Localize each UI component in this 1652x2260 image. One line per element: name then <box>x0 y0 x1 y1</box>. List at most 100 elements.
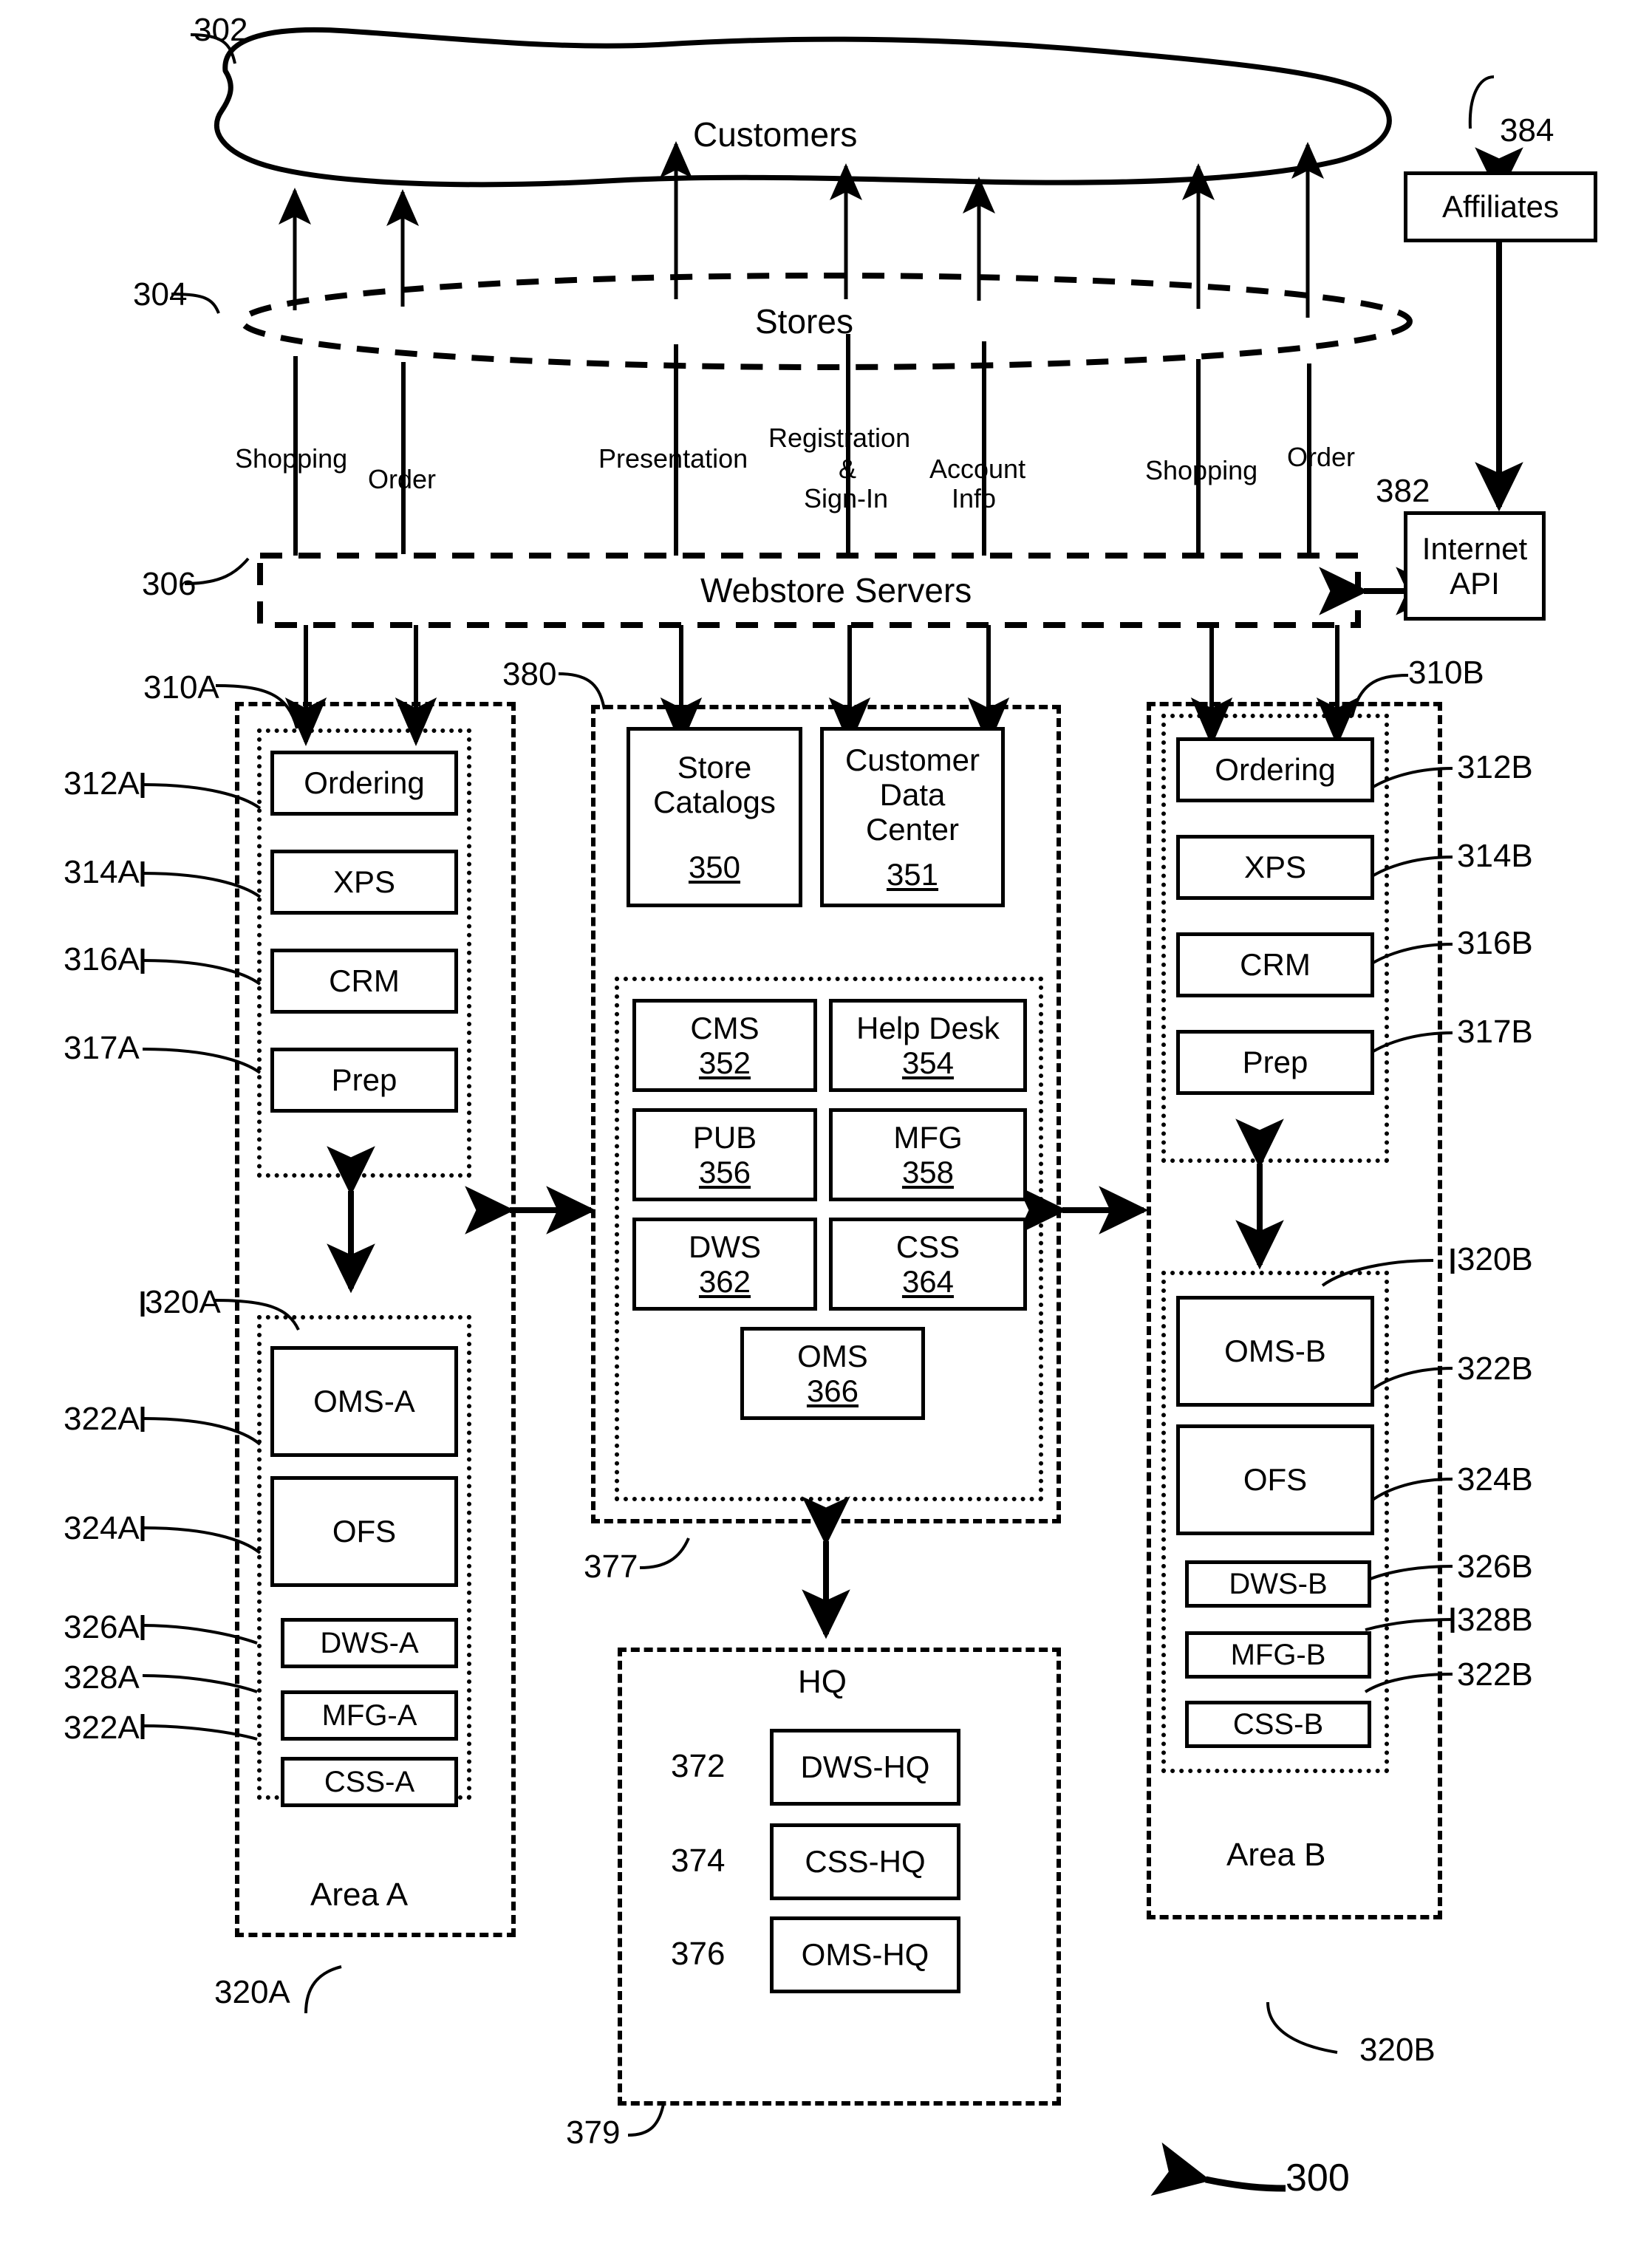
ref-320B: 320B <box>1457 1241 1533 1277</box>
dws-hq-box[interactable]: DWS-HQ <box>770 1729 960 1806</box>
customer-data-center-box[interactable]: Customer Data Center 351 <box>820 727 1005 907</box>
ref-320A-bottom: 320A <box>214 1974 290 2010</box>
area-a-ordering-box[interactable]: Ordering <box>270 751 458 816</box>
ref-306: 306 <box>142 566 197 602</box>
area-a-dws-box[interactable]: DWS-A <box>281 1618 458 1668</box>
area-a-dws-label: DWS-A <box>320 1626 419 1659</box>
stores-label: Stores <box>755 302 853 341</box>
help-desk-label: Help Desk <box>856 1010 1000 1045</box>
area-a-oms-label: OMS-A <box>313 1384 415 1419</box>
css-hq-box[interactable]: CSS-HQ <box>770 1823 960 1900</box>
ref-300: 300 <box>1286 2157 1350 2199</box>
oms-hq-label: OMS-HQ <box>801 1937 929 1973</box>
area-b-mfg-box[interactable]: MFG-B <box>1185 1631 1371 1679</box>
area-a-oms-box[interactable]: OMS-A <box>270 1346 458 1457</box>
area-b-prep-box[interactable]: Prep <box>1176 1030 1374 1095</box>
area-b-dws-box[interactable]: DWS-B <box>1185 1560 1371 1608</box>
ref-320A: 320A <box>145 1284 221 1320</box>
pub-box[interactable]: PUB 356 <box>632 1108 817 1201</box>
area-b-title: Area B <box>1226 1837 1326 1873</box>
store-catalogs-num: 350 <box>688 849 741 884</box>
area-b-ordering-box[interactable]: Ordering <box>1176 737 1374 802</box>
area-a-mfg-box[interactable]: MFG-A <box>281 1690 458 1741</box>
area-a-ofs-label: OFS <box>332 1514 397 1549</box>
area-a-xps-box[interactable]: XPS <box>270 850 458 915</box>
flow-label-order-right: Order <box>1287 442 1356 472</box>
oms-box[interactable]: OMS 366 <box>740 1327 925 1420</box>
internet-api-line2: API <box>1450 566 1500 601</box>
webstore-servers-label: Webstore Servers <box>700 571 972 610</box>
flow-label-signin: Sign-In <box>804 483 889 513</box>
area-b-prep-label: Prep <box>1242 1045 1308 1080</box>
css-num: 364 <box>901 1264 955 1299</box>
area-a-crm-box[interactable]: CRM <box>270 949 458 1014</box>
customer-data-center-line2: Data <box>879 776 946 812</box>
store-catalogs-box[interactable]: Store Catalogs 350 <box>627 727 802 907</box>
ref-312B: 312B <box>1457 749 1533 785</box>
mfg-num: 358 <box>901 1155 955 1189</box>
dws-label: DWS <box>689 1229 761 1264</box>
ref-310A: 310A <box>143 669 219 706</box>
area-b-ofs-box[interactable]: OFS <box>1176 1424 1374 1535</box>
area-b-mfg-label: MFG-B <box>1230 1638 1326 1671</box>
ref-324B: 324B <box>1457 1461 1533 1498</box>
internet-api-box[interactable]: Internet API <box>1404 511 1546 621</box>
area-a-prep-box[interactable]: Prep <box>270 1048 458 1113</box>
customer-data-center-num: 351 <box>886 857 939 892</box>
ref-320B-bottom: 320B <box>1359 2032 1436 2068</box>
pub-label: PUB <box>692 1119 757 1155</box>
area-b-oms-box[interactable]: OMS-B <box>1176 1296 1374 1407</box>
affiliates-box[interactable]: Affiliates <box>1404 171 1597 242</box>
area-a-css-box[interactable]: CSS-A <box>281 1757 458 1807</box>
cms-box[interactable]: CMS 352 <box>632 999 817 1092</box>
ref-377: 377 <box>584 1549 638 1585</box>
area-a-mfg-label: MFG-A <box>321 1699 417 1732</box>
area-b-xps-box[interactable]: XPS <box>1176 835 1374 900</box>
store-catalogs-line1: Store <box>677 750 752 785</box>
area-a-prep-label: Prep <box>331 1062 397 1098</box>
oms-num: 366 <box>806 1373 859 1408</box>
flow-label-account: Account <box>929 454 1026 484</box>
ref-380: 380 <box>502 656 557 692</box>
flow-label-shopping-left: Shopping <box>235 443 348 474</box>
area-a-xps-label: XPS <box>332 864 396 900</box>
area-a-ordering-label: Ordering <box>304 765 425 801</box>
hq-title: HQ <box>798 1664 847 1700</box>
help-desk-box[interactable]: Help Desk 354 <box>829 999 1027 1092</box>
css-box[interactable]: CSS 364 <box>829 1218 1027 1311</box>
area-a-ofs-box[interactable]: OFS <box>270 1476 458 1587</box>
ref-322B-css: 322B <box>1457 1656 1533 1693</box>
flow-label-shopping-right: Shopping <box>1145 455 1258 485</box>
mfg-box[interactable]: MFG 358 <box>829 1108 1027 1201</box>
ref-302: 302 <box>194 12 248 48</box>
ref-374: 374 <box>671 1843 726 1879</box>
area-b-ordering-label: Ordering <box>1215 752 1336 788</box>
ref-322B: 322B <box>1457 1351 1533 1387</box>
ref-328B: 328B <box>1457 1602 1533 1638</box>
oms-label: OMS <box>797 1338 868 1373</box>
dws-box[interactable]: DWS 362 <box>632 1218 817 1311</box>
ref-379: 379 <box>566 2114 621 2151</box>
customers-cloud-outline <box>214 27 1392 188</box>
ref-376: 376 <box>671 1936 726 1972</box>
area-b-crm-label: CRM <box>1240 947 1311 983</box>
dws-num: 362 <box>698 1264 751 1299</box>
area-b-dws-label: DWS-B <box>1229 1567 1328 1600</box>
ref-316B: 316B <box>1457 925 1533 961</box>
ref-314B: 314B <box>1457 838 1533 874</box>
ref-304: 304 <box>133 276 188 313</box>
ref-314A: 314A <box>64 854 140 890</box>
customer-data-center-line3: Center <box>865 812 960 847</box>
cms-label: CMS <box>690 1010 760 1045</box>
flow-label-order-left: Order <box>368 464 437 494</box>
area-a-title: Area A <box>310 1877 409 1913</box>
area-b-ofs-label: OFS <box>1243 1462 1308 1498</box>
store-catalogs-line2: Catalogs <box>653 785 776 820</box>
area-a-crm-label: CRM <box>329 963 400 999</box>
oms-hq-box[interactable]: OMS-HQ <box>770 1916 960 1993</box>
area-b-crm-box[interactable]: CRM <box>1176 932 1374 997</box>
area-b-css-box[interactable]: CSS-B <box>1185 1701 1371 1748</box>
mfg-label: MFG <box>893 1119 963 1155</box>
ref-326B: 326B <box>1457 1549 1533 1585</box>
area-a-css-label: CSS-A <box>324 1765 415 1798</box>
